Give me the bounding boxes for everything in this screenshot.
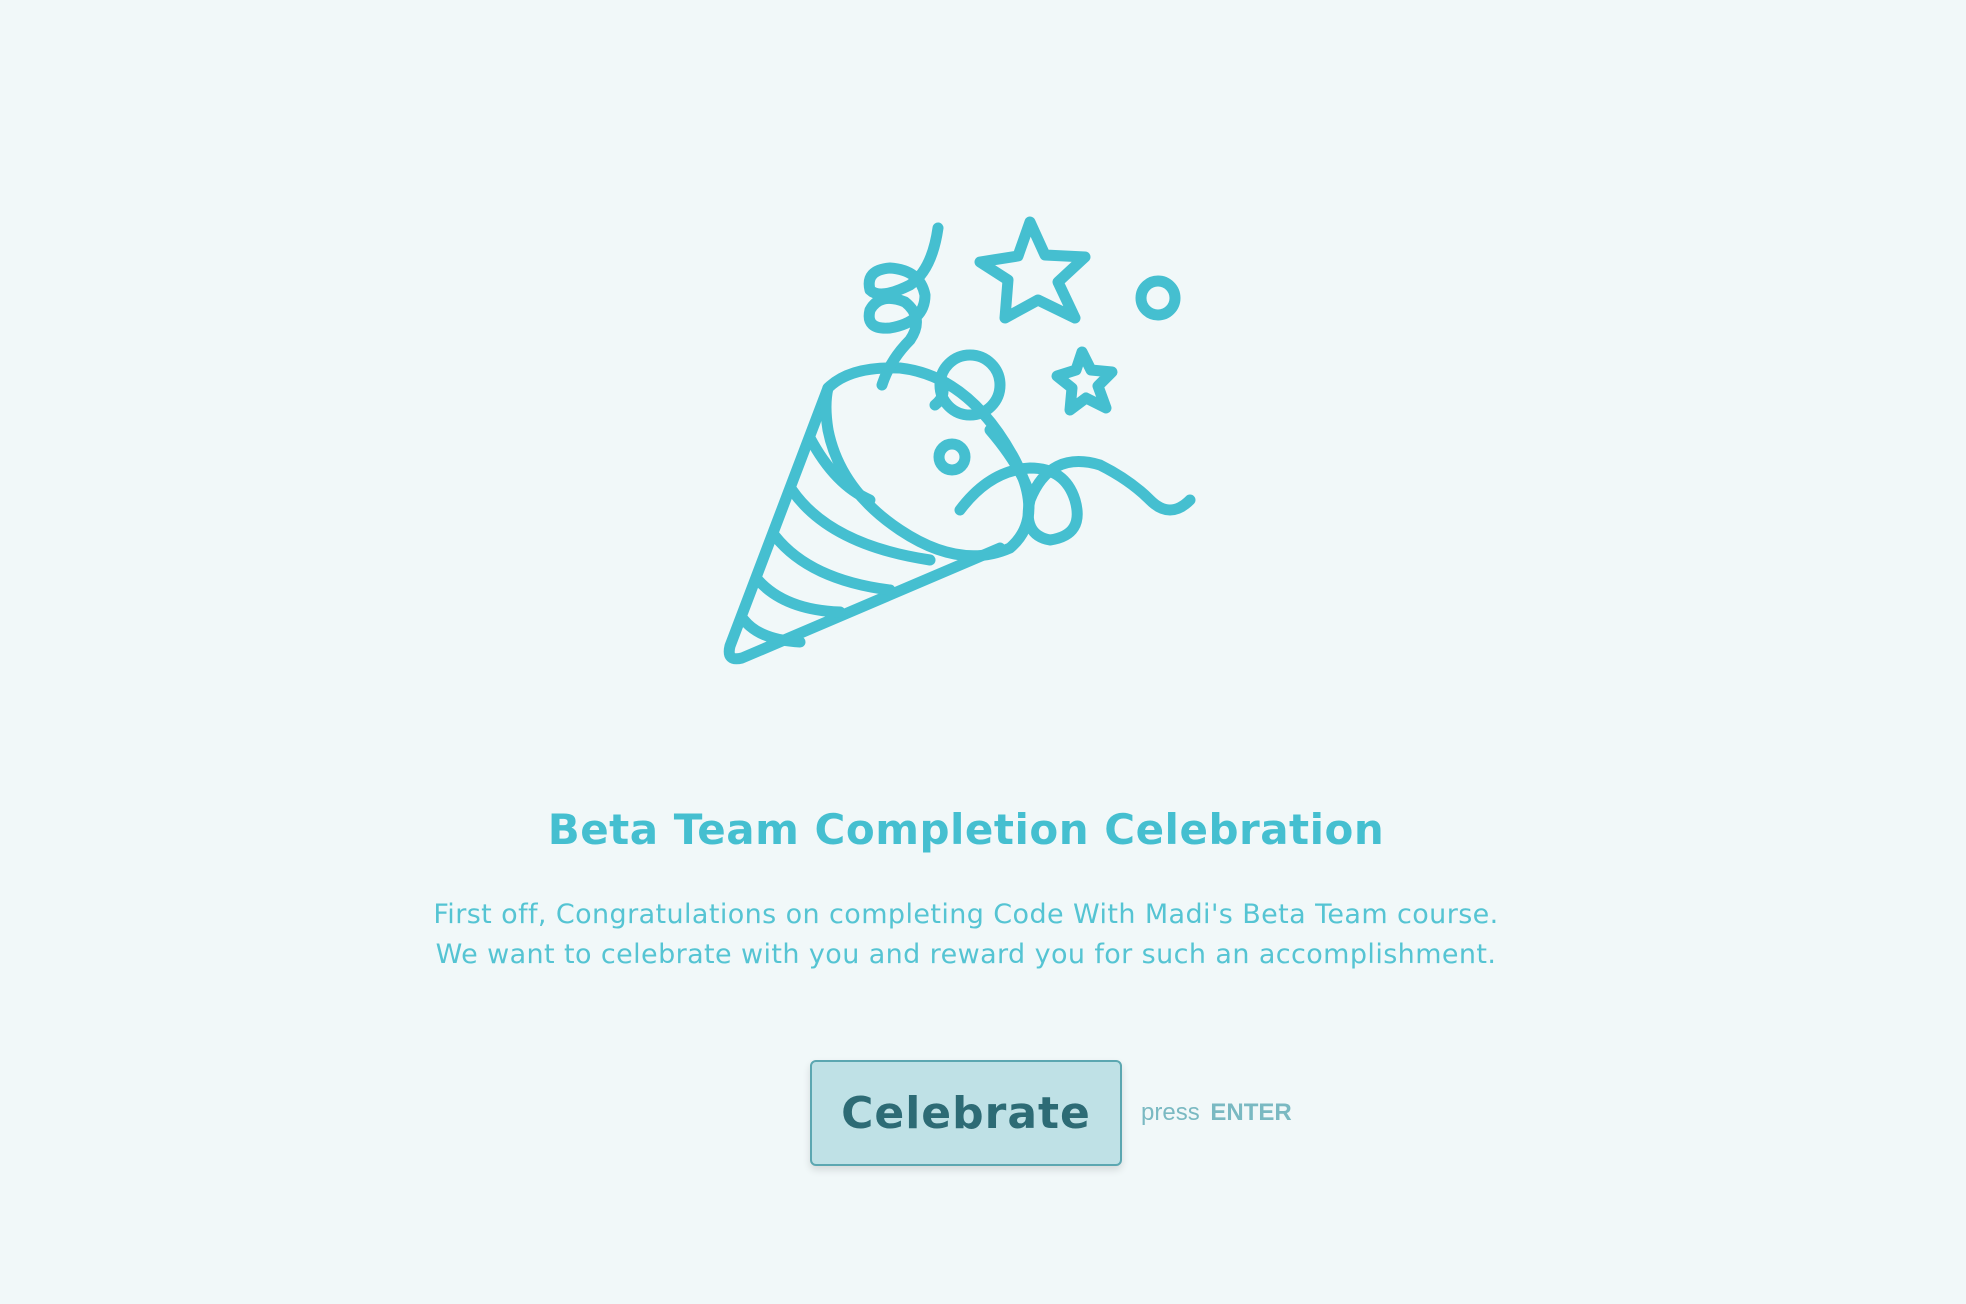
enter-key-label: ENTER bbox=[1210, 1099, 1292, 1126]
keyboard-hint: press ENTER bbox=[1141, 1099, 1292, 1127]
description: First off, Congratulations on completing… bbox=[0, 895, 1932, 975]
action-row: Celebrate press ENTER bbox=[810, 1060, 1292, 1166]
keyboard-hint-prefix: press bbox=[1141, 1099, 1200, 1126]
description-line-2: We want to celebrate with you and reward… bbox=[435, 939, 1497, 970]
party-popper-icon bbox=[700, 200, 1260, 700]
celebrate-button[interactable]: Celebrate bbox=[810, 1060, 1122, 1166]
page-title: Beta Team Completion Celebration bbox=[547, 805, 1385, 854]
celebration-page: Beta Team Completion Celebration First o… bbox=[0, 0, 1966, 1304]
description-line-1: First off, Congratulations on completing… bbox=[433, 899, 1499, 930]
